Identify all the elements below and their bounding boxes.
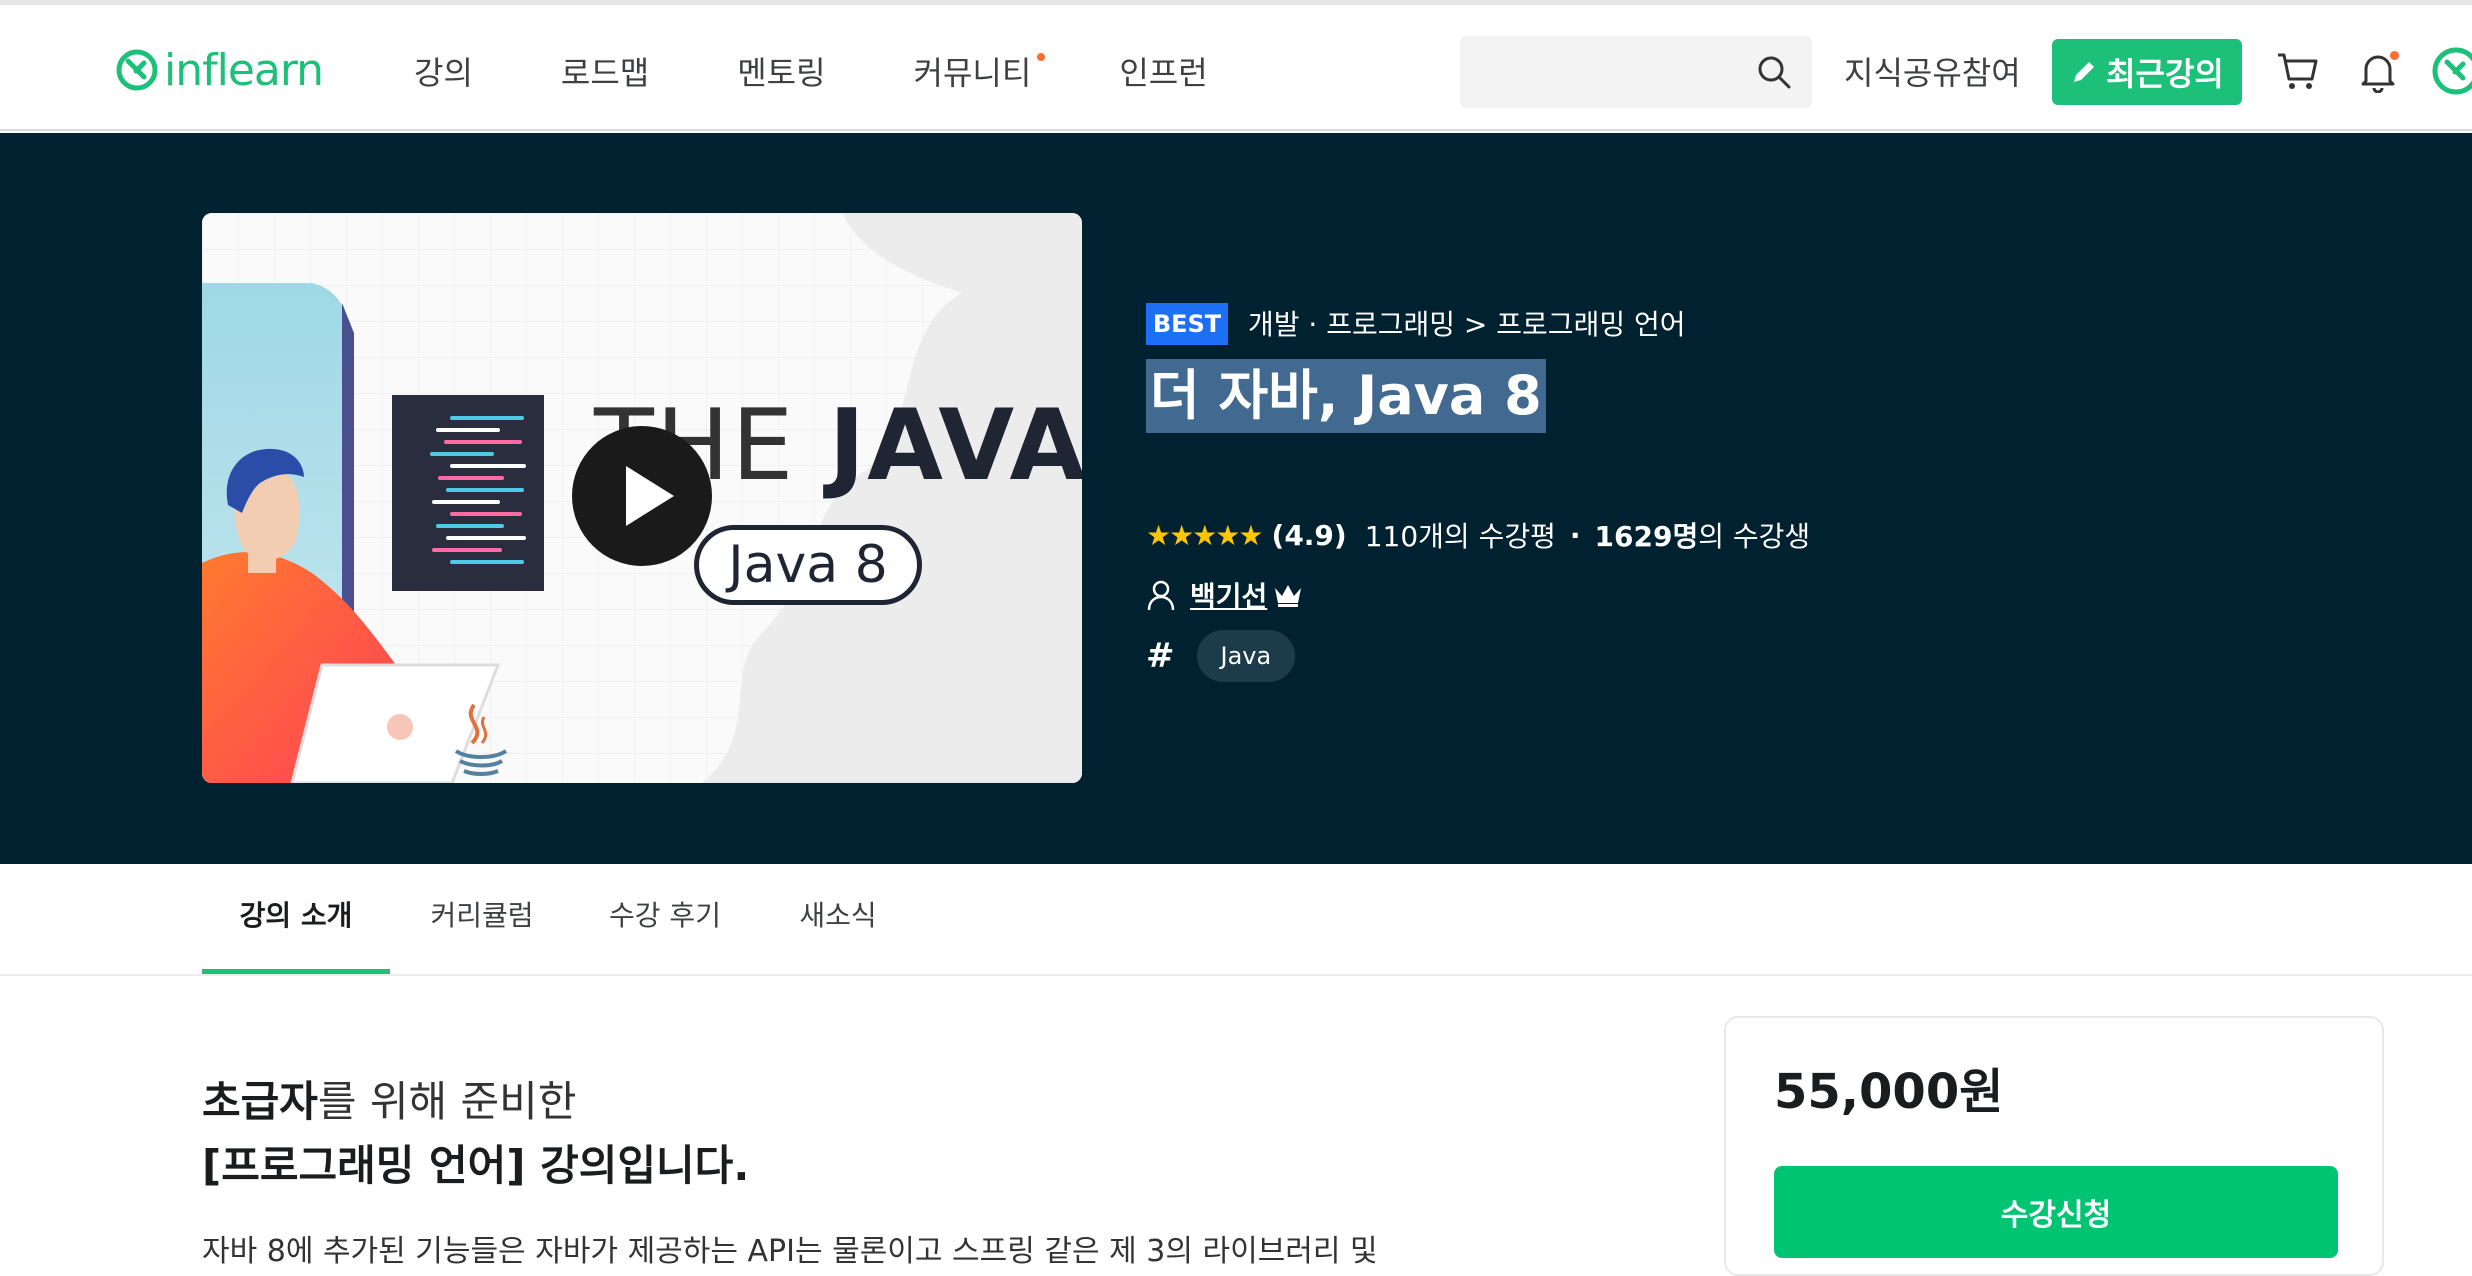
student-count-suffix: 의 수강생 xyxy=(1698,520,1811,553)
search-input[interactable] xyxy=(1460,36,1750,108)
recent-courses-button[interactable]: 최근강의 xyxy=(2052,39,2242,105)
intro-description: 자바 8에 추가된 기능들은 자바가 제공하는 API는 물론이고 스프링 같은… xyxy=(202,1234,1378,1269)
logo-icon xyxy=(116,49,158,91)
intro-line1-rest: 를 위해 준비한 xyxy=(317,1077,577,1126)
crown-icon xyxy=(1275,585,1302,607)
instructor-row: 백기선 xyxy=(1146,575,1303,615)
nav-community[interactable]: 커뮤니티 xyxy=(913,49,1046,97)
review-count[interactable]: 110개의 수강평 xyxy=(1365,515,1556,555)
logo-text: inflearn xyxy=(164,45,324,96)
intro-heading-line1: 초급자를 위해 준비한 xyxy=(202,1072,576,1132)
tab-intro[interactable]: 강의 소개 xyxy=(202,864,390,974)
tag-row: # Java xyxy=(1146,629,1296,683)
knowledge-share-link[interactable]: 지식공유참여 xyxy=(1844,49,2021,97)
thumbnail-version-pill: Java 8 xyxy=(694,525,922,605)
rating-stars: ★★★★★ xyxy=(1146,518,1264,552)
nav-community-label: 커뮤니티 xyxy=(913,54,1032,92)
search-box xyxy=(1460,36,1812,108)
nav-inflearn[interactable]: 인프런 xyxy=(1119,49,1207,97)
course-title: 더 자바, Java 8 xyxy=(1146,359,1546,433)
rating-summary: ★★★★★ (4.9) 110개의 수강평 · 1629명 의 수강생 xyxy=(1146,515,1810,555)
enroll-button[interactable]: 수강신청 xyxy=(1774,1166,2338,1258)
nav-courses[interactable]: 강의 xyxy=(414,49,473,97)
nav-mentoring[interactable]: 멘토링 xyxy=(737,49,825,97)
tab-reviews[interactable]: 수강 후기 xyxy=(600,864,730,974)
person-icon xyxy=(1147,580,1175,611)
best-badge: BEST xyxy=(1146,303,1228,345)
community-notification-dot xyxy=(1037,53,1046,61)
intro-level: 초급자 xyxy=(202,1077,318,1126)
profile-avatar-icon[interactable] xyxy=(2432,47,2472,95)
global-header: inflearn 강의 로드맵 멘토링 커뮤니티 인프런 지식공유참여 최근강의 xyxy=(0,5,2472,131)
tab-curriculum[interactable]: 커리큘럼 xyxy=(420,864,544,974)
hashtag-icon: # xyxy=(1146,636,1175,676)
search-icon[interactable] xyxy=(1756,54,1792,90)
pencil-icon xyxy=(2074,62,2095,82)
notification-dot xyxy=(2390,51,2399,60)
course-tabs: 강의 소개 커리큘럼 수강 후기 새소식 xyxy=(0,864,2472,976)
inflearn-logo[interactable]: inflearn xyxy=(114,45,334,97)
tag-java[interactable]: Java xyxy=(1196,630,1296,682)
recent-courses-label: 최근강의 xyxy=(2106,55,2224,93)
cart-icon[interactable] xyxy=(2276,51,2320,91)
course-thumbnail[interactable]: THE JAVA, Java 8 xyxy=(202,213,1082,783)
separator-dot: · xyxy=(1569,518,1581,552)
main-nav: 강의 로드맵 멘토링 커뮤니티 인프런 xyxy=(414,49,1296,97)
nav-roadmap[interactable]: 로드맵 xyxy=(561,49,649,97)
instructor-name[interactable]: 백기선 xyxy=(1190,575,1267,615)
price-card: 55,000원 수강신청 xyxy=(1724,1016,2384,1276)
tab-news[interactable]: 새소식 xyxy=(790,864,886,974)
intro-heading-line2: [프로그래밍 언어] 강의입니다. xyxy=(202,1141,750,1190)
course-price: 55,000원 xyxy=(1774,1064,2004,1120)
course-hero: THE JAVA, Java 8 BEST 개발 · 프로그래밍 > 프로그래밍… xyxy=(0,133,2472,864)
play-button[interactable] xyxy=(572,426,712,566)
student-count: 1629명 xyxy=(1594,520,1699,553)
course-category-breadcrumb[interactable]: 개발 · 프로그래밍 > 프로그래밍 언어 xyxy=(1248,305,1686,345)
thumbnail-title-bold: JAVA xyxy=(828,389,1082,503)
rating-score: (4.9) xyxy=(1271,518,1347,552)
